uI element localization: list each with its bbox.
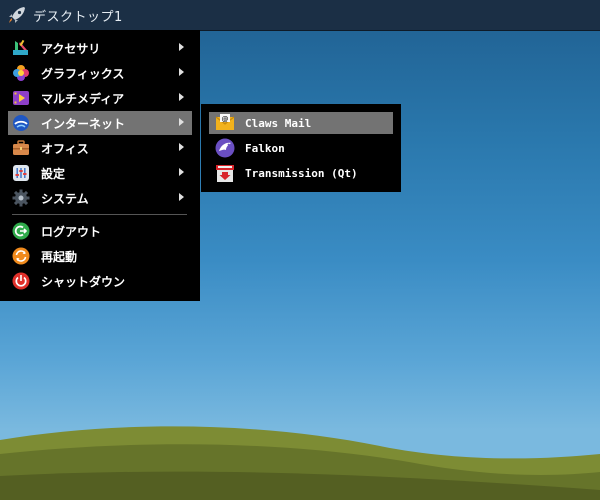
rocket-icon[interactable] bbox=[4, 0, 30, 30]
menu-item-internet[interactable]: インターネット bbox=[8, 111, 192, 135]
menu-item-graphics[interactable]: グラフィックス bbox=[8, 61, 192, 85]
menu-item-label: インターネット bbox=[41, 116, 126, 131]
menu-item-falkon[interactable]: Falkon bbox=[209, 137, 393, 159]
settings-icon bbox=[11, 163, 31, 183]
menu-item-label: Transmission (Qt) bbox=[245, 166, 358, 180]
reboot-icon bbox=[11, 246, 31, 266]
shutdown-icon bbox=[11, 271, 31, 291]
logout-icon bbox=[11, 221, 31, 241]
menu-item-office[interactable]: オフィス bbox=[8, 136, 192, 160]
menu-item-label: シャットダウン bbox=[41, 274, 126, 289]
menu-item-label: オフィス bbox=[41, 141, 89, 156]
menu-item-label: マルチメディア bbox=[41, 91, 125, 106]
svg-text:@: @ bbox=[222, 115, 229, 123]
submenu-arrow-icon bbox=[179, 118, 184, 126]
submenu-arrow-icon bbox=[179, 93, 184, 101]
falkon-icon bbox=[215, 138, 235, 158]
menu-item-reboot[interactable]: 再起動 bbox=[8, 244, 192, 268]
graphics-icon bbox=[11, 63, 31, 83]
desktop-switcher-label[interactable]: デスクトップ1 bbox=[33, 6, 123, 25]
menu-item-logout[interactable]: ログアウト bbox=[8, 219, 192, 243]
hills-wallpaper bbox=[0, 426, 600, 500]
claws-mail-icon: @ bbox=[215, 113, 235, 133]
menu-item-label: 設定 bbox=[41, 166, 66, 181]
internet-icon bbox=[11, 113, 31, 133]
submenu-arrow-icon bbox=[179, 168, 184, 176]
main-menu: アクセサリ グラフィックス マルチメディア インターネット オフィス 設定 シス… bbox=[0, 30, 200, 301]
menu-item-shutdown[interactable]: シャットダウン bbox=[8, 269, 192, 293]
menu-item-settings[interactable]: 設定 bbox=[8, 161, 192, 185]
multimedia-icon bbox=[11, 88, 31, 108]
submenu-arrow-icon bbox=[179, 43, 184, 51]
office-icon bbox=[11, 138, 31, 158]
menu-item-label: グラフィックス bbox=[41, 66, 125, 81]
accessories-icon bbox=[11, 38, 31, 58]
taskbar: デスクトップ1 bbox=[0, 0, 600, 31]
system-icon bbox=[11, 188, 31, 208]
menu-item-system[interactable]: システム bbox=[8, 186, 192, 210]
internet-submenu: @ Claws Mail Falkon Transmission (Qt) bbox=[201, 104, 401, 192]
menu-item-multimedia[interactable]: マルチメディア bbox=[8, 86, 192, 110]
menu-item-label: 再起動 bbox=[41, 249, 78, 264]
submenu-arrow-icon bbox=[179, 193, 184, 201]
menu-item-label: アクセサリ bbox=[41, 41, 101, 56]
menu-item-accessories[interactable]: アクセサリ bbox=[8, 36, 192, 60]
menu-separator bbox=[12, 214, 187, 215]
submenu-arrow-icon bbox=[179, 68, 184, 76]
menu-item-label: Claws Mail bbox=[245, 116, 312, 130]
submenu-arrow-icon bbox=[179, 143, 184, 151]
menu-item-transmission[interactable]: Transmission (Qt) bbox=[209, 162, 393, 184]
menu-item-label: システム bbox=[41, 191, 89, 206]
menu-item-claws-mail[interactable]: @ Claws Mail bbox=[209, 112, 393, 134]
transmission-icon bbox=[215, 163, 235, 183]
menu-item-label: ログアウト bbox=[41, 224, 102, 239]
menu-item-label: Falkon bbox=[245, 141, 285, 155]
